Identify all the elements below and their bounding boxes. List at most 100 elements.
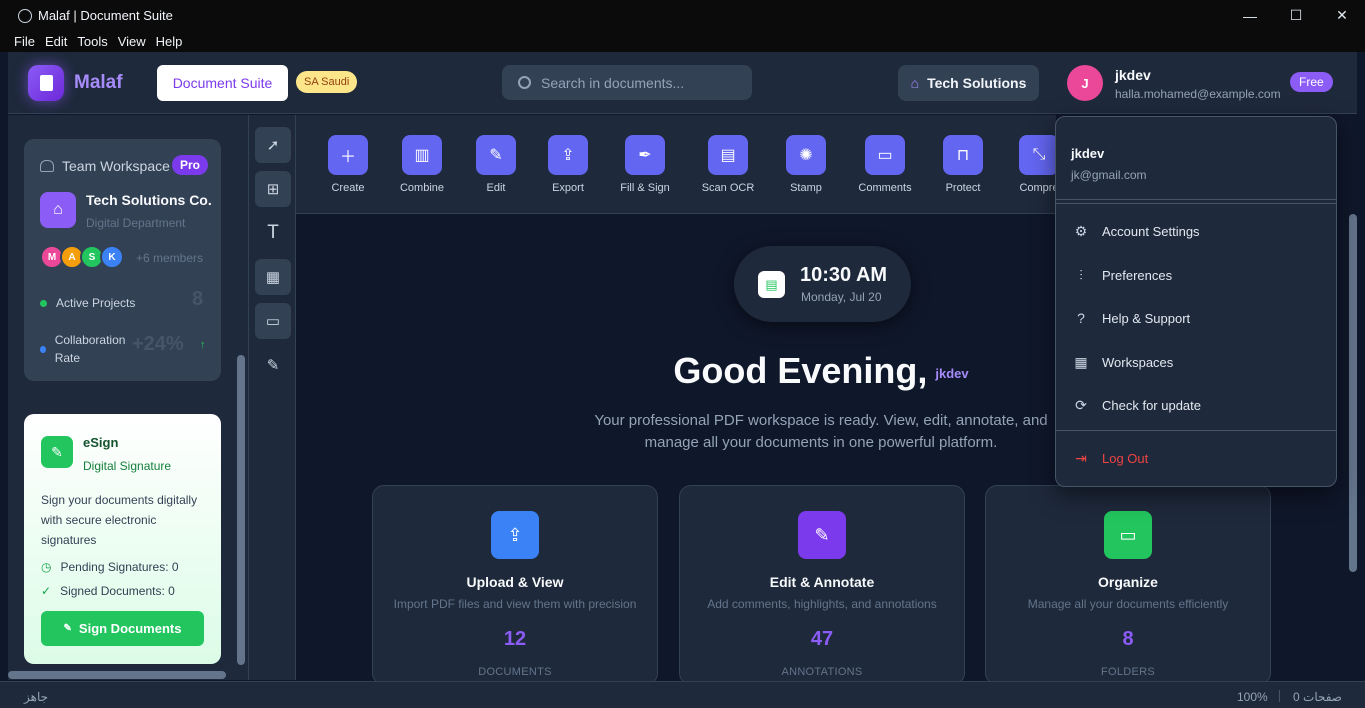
title-bar: Malaf | Document Suite — ☐ ✕ bbox=[0, 0, 1365, 31]
clock-widget: ▤ 10:30 AM Monday, Jul 20 bbox=[734, 246, 911, 322]
greeting-user: jkdev bbox=[935, 365, 969, 381]
combine-icon: ▥ bbox=[402, 135, 442, 175]
arrow-up-icon: ↑ bbox=[200, 339, 206, 351]
avatar[interactable]: J bbox=[1067, 65, 1103, 101]
page-count: صفحات 0 bbox=[1293, 690, 1342, 704]
menu-user-name: jkdev bbox=[1071, 146, 1105, 161]
divider bbox=[1056, 199, 1336, 200]
comment-icon[interactable]: ▭ bbox=[255, 303, 291, 339]
company-icon: ⌂ bbox=[40, 192, 76, 228]
feature-card-edit[interactable]: ✎ Edit & Annotate Add comments, highligh… bbox=[679, 485, 965, 685]
menu-preferences[interactable]: ⫶ Preferences bbox=[1071, 263, 1321, 287]
clock-icon: ◷ bbox=[41, 560, 52, 574]
sidebar: Team Workspace Pro ⌂ Tech Solutions Co. … bbox=[8, 115, 248, 680]
fill-sign-icon: ✒ bbox=[625, 135, 665, 175]
maximize-button[interactable]: ☐ bbox=[1273, 0, 1319, 31]
ribbon-scan-ocr[interactable]: ▤ Scan OCR bbox=[688, 135, 768, 194]
pen-icon[interactable]: ✎ bbox=[255, 347, 291, 383]
greeting-text: Good Evening, bbox=[673, 350, 928, 391]
divider bbox=[1056, 203, 1336, 204]
add-file-icon[interactable]: ⊞ bbox=[255, 171, 291, 207]
document-suite-button[interactable]: Document Suite bbox=[157, 65, 288, 101]
sidebar-horizontal-scrollbar[interactable] bbox=[8, 671, 226, 679]
menu-help-support[interactable]: ? Help & Support bbox=[1071, 306, 1321, 330]
company-name: Tech Solutions Co. bbox=[86, 192, 212, 208]
cursor-icon[interactable]: ➚ bbox=[255, 127, 291, 163]
esign-description: Sign your documents digitally with secur… bbox=[41, 493, 198, 547]
ribbon-create[interactable]: ＋ Create bbox=[308, 135, 388, 194]
main-scrollbar[interactable] bbox=[1349, 214, 1357, 572]
search-input[interactable] bbox=[541, 74, 741, 91]
search-icon bbox=[518, 76, 531, 89]
check-icon: ✓ bbox=[41, 584, 52, 598]
close-button[interactable]: ✕ bbox=[1319, 0, 1365, 31]
menu-view[interactable]: View bbox=[118, 34, 146, 49]
ribbon-comments[interactable]: ▭ Comments bbox=[845, 135, 925, 194]
menu-help[interactable]: Help bbox=[156, 34, 183, 49]
collaboration-stat: Collaboration Rate bbox=[40, 331, 136, 367]
sign-documents-button[interactable]: ✎ Sign Documents bbox=[41, 611, 204, 646]
menu-tools[interactable]: Tools bbox=[77, 34, 107, 49]
menu-workspaces[interactable]: ▦ Workspaces bbox=[1071, 350, 1321, 374]
menu-edit[interactable]: Edit bbox=[45, 34, 67, 49]
clock-time: 10:30 AM bbox=[800, 264, 888, 286]
tool-strip: ➚ ⊞ T ▦ ▭ ✎ bbox=[248, 115, 296, 680]
zoom-level[interactable]: 100% bbox=[1237, 690, 1268, 704]
menu-account-settings[interactable]: ⚙ Account Settings bbox=[1071, 219, 1321, 243]
lock-icon: ⊓ bbox=[943, 135, 983, 175]
menu-logout[interactable]: ⇥ Log Out bbox=[1071, 446, 1321, 470]
user-menu-dropdown: jkdev jk@gmail.com ⚙ Account Settings ⫶ Pr… bbox=[1055, 116, 1337, 487]
region-badge: SA Saudi bbox=[296, 71, 358, 93]
ribbon-fill-sign[interactable]: ✒ Fill & Sign bbox=[605, 135, 685, 194]
text-icon[interactable]: T bbox=[255, 215, 291, 251]
member-avatar[interactable]: K bbox=[100, 245, 124, 269]
ribbon-export[interactable]: ⇪ Export bbox=[528, 135, 608, 194]
brand-name: Malaf bbox=[74, 72, 123, 93]
workspace-button[interactable]: ⌂ Tech Solutions bbox=[898, 65, 1039, 101]
plan-badge: Free bbox=[1290, 72, 1333, 92]
signed-label: Signed Documents: 0 bbox=[60, 584, 175, 598]
active-projects-value: 8 bbox=[192, 288, 204, 310]
ribbon-combine[interactable]: ▥ Combine bbox=[382, 135, 462, 194]
users-icon bbox=[40, 160, 54, 172]
edit-icon: ✎ bbox=[798, 511, 846, 559]
divider bbox=[1056, 430, 1336, 431]
app-icon bbox=[18, 8, 32, 23]
menu-check-update[interactable]: ⟳ Check for update bbox=[1071, 393, 1321, 417]
card-count-label: ANNOTATIONS bbox=[781, 666, 863, 678]
card-count: 12 bbox=[503, 628, 527, 650]
esign-card: ✎ eSign Digital Signature Sign your docu… bbox=[24, 414, 221, 664]
feature-card-organize[interactable]: ▭ Organize Manage all your documents eff… bbox=[985, 485, 1271, 685]
card-count: 8 bbox=[1122, 628, 1134, 650]
signature-icon: ✎ bbox=[41, 436, 73, 468]
esign-subtitle: Digital Signature bbox=[83, 459, 172, 473]
signed-documents: ✓ Signed Documents: 0 bbox=[41, 584, 175, 598]
compress-icon: ⤡ bbox=[1019, 135, 1059, 175]
ribbon-label: Create bbox=[331, 182, 365, 194]
pending-signatures: ◷ Pending Signatures: 0 bbox=[41, 560, 179, 574]
ribbon-stamp[interactable]: ✺ Stamp bbox=[766, 135, 846, 194]
ribbon-label: Comments bbox=[858, 182, 912, 194]
minimize-button[interactable]: — bbox=[1227, 0, 1273, 31]
search-box[interactable] bbox=[502, 65, 752, 100]
user-name[interactable]: jkdev bbox=[1115, 67, 1151, 83]
ribbon-toolbar: ＋ Create ▥ Combine ✎ Edit ⇪ Export ✒ Fill & S… bbox=[296, 115, 1059, 214]
logout-icon: ⇥ bbox=[1075, 449, 1087, 466]
esign-title: eSign bbox=[83, 435, 119, 450]
feature-card-upload[interactable]: ⇪ Upload & View Import PDF files and vie… bbox=[372, 485, 658, 685]
grid-icon[interactable]: ▦ bbox=[255, 259, 291, 295]
ribbon-edit[interactable]: ✎ Edit bbox=[456, 135, 536, 194]
pro-badge: Pro bbox=[172, 155, 209, 175]
more-members[interactable]: +6 members bbox=[136, 251, 203, 265]
card-title: Upload & View bbox=[466, 574, 564, 590]
logo-icon[interactable] bbox=[28, 65, 64, 101]
menu-file[interactable]: File bbox=[14, 34, 35, 49]
pen-icon: ✎ bbox=[63, 623, 72, 634]
ribbon-protect[interactable]: ⊓ Protect bbox=[923, 135, 1003, 194]
team-workspace-card: Team Workspace Pro ⌂ Tech Solutions Co. … bbox=[24, 139, 221, 381]
grid-icon: ▦ bbox=[1074, 353, 1088, 370]
active-projects-label: Active Projects bbox=[56, 296, 136, 310]
gear-icon: ⚙ bbox=[1074, 222, 1088, 239]
sidebar-scrollbar[interactable] bbox=[237, 355, 245, 665]
menu-item-label: Help & Support bbox=[1102, 310, 1191, 326]
